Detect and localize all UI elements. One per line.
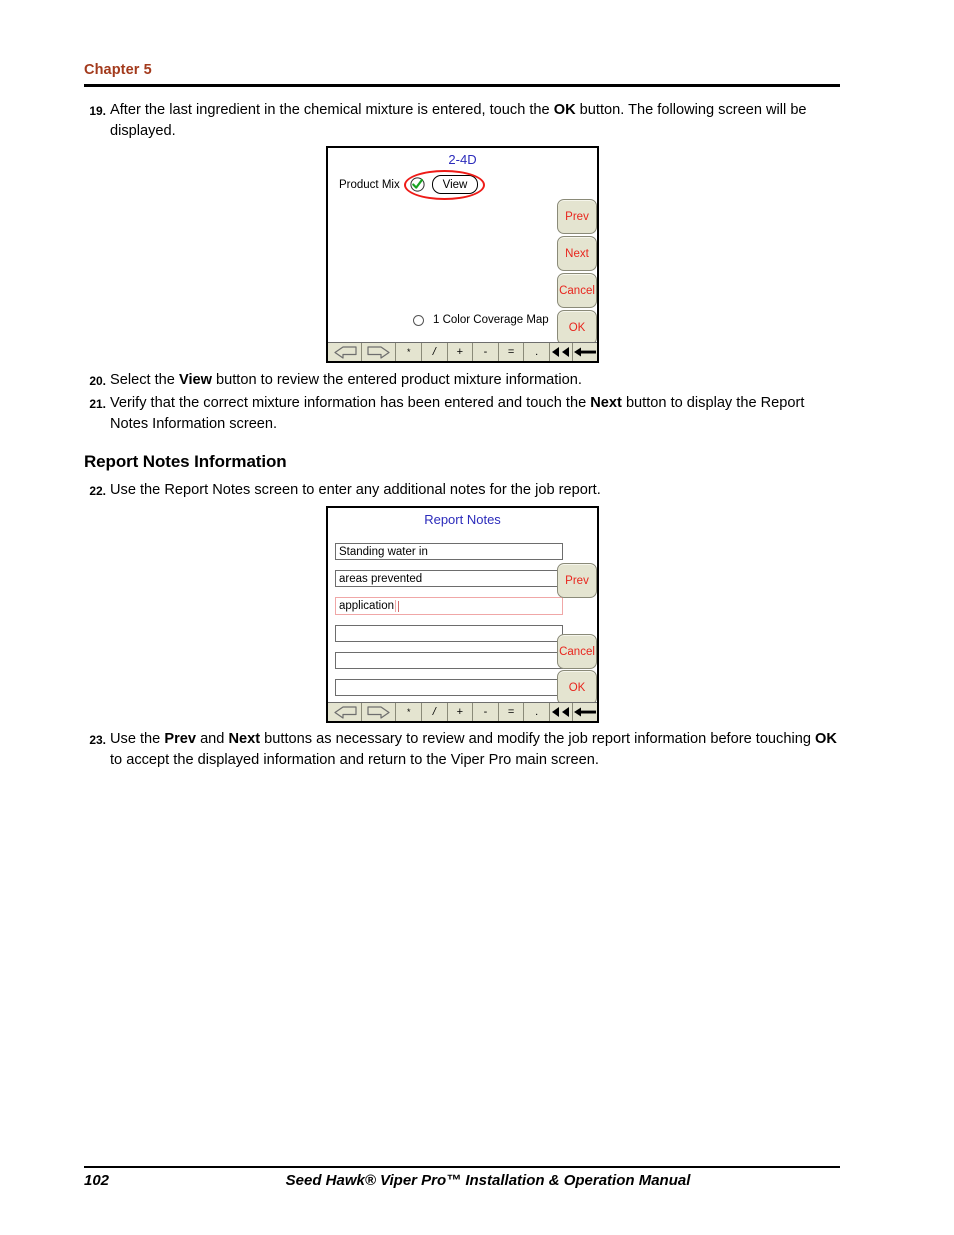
step-19-number: 19. — [89, 104, 106, 118]
report-notes-screen: Report Notes Standing water in areas pre… — [326, 506, 599, 723]
key-back-arrow-icon[interactable] — [328, 343, 363, 361]
step-23-bold-next: Next — [228, 731, 261, 747]
key-divide[interactable]: / — [422, 343, 448, 361]
step-23-number: 23. — [89, 733, 106, 747]
next-button[interactable]: Next — [557, 236, 597, 271]
key-forward-arrow-icon[interactable] — [362, 343, 397, 361]
key-period[interactable]: . — [524, 343, 550, 361]
footer-divider — [84, 1166, 840, 1168]
step-21-bold-next: Next — [590, 395, 622, 411]
coverage-map-radio[interactable] — [413, 315, 424, 326]
note-field-1-value: Standing water in — [339, 545, 428, 558]
manual-page: Chapter 5 19. After the last ingredient … — [0, 0, 954, 1235]
step-23-bold-ok: OK — [815, 731, 837, 747]
prev-button[interactable]: Prev — [557, 199, 597, 234]
report-key-double-left-arrow-icon[interactable] — [550, 703, 573, 721]
step-19-text-a: After the last ingredient in the chemica… — [110, 102, 554, 118]
step-21: 21. Verify that the correct mixture info… — [84, 393, 844, 435]
step-19-bold-ok: OK — [553, 102, 576, 118]
step-23-text-b: and — [196, 731, 229, 747]
step-21-number: 21. — [89, 397, 106, 411]
step-23-text-d: to accept the displayed information and … — [110, 752, 599, 768]
report-key-backspace-arrow-icon[interactable] — [573, 703, 597, 721]
key-equals[interactable]: = — [499, 343, 525, 361]
report-key-equals[interactable]: = — [499, 703, 525, 721]
step-23-bold-prev: Prev — [164, 731, 197, 747]
cancel-button[interactable]: Cancel — [557, 273, 597, 308]
step-20: 20. Select the View button to review the… — [84, 370, 844, 391]
note-field-1[interactable]: Standing water in — [335, 543, 563, 560]
note-field-2-value: areas prevented — [339, 572, 423, 585]
report-ok-button[interactable]: OK — [557, 670, 597, 705]
report-key-asterisk[interactable]: * — [396, 703, 422, 721]
section-heading-report-notes: Report Notes Information — [84, 452, 287, 471]
step-20-bold-view: View — [178, 372, 212, 388]
coverage-map-label: 1 Color Coverage Map — [433, 314, 549, 326]
key-asterisk[interactable]: * — [396, 343, 422, 361]
step-23-text: Use the Prev and Next buttons as necessa… — [110, 729, 844, 771]
key-backspace-arrow-icon[interactable] — [573, 343, 597, 361]
report-notes-screen-title: Report Notes — [424, 512, 501, 527]
note-field-6[interactable] — [335, 679, 563, 696]
product-mix-screen-title: 2-4D — [448, 152, 477, 167]
step-21-text-a: Verify that the correct mixture informat… — [110, 395, 591, 411]
report-key-period[interactable]: . — [524, 703, 550, 721]
footer-manual-title: Seed Hawk® Viper Pro™ Installation & Ope… — [285, 1172, 691, 1189]
product-mix-label: Product Mix — [339, 179, 400, 191]
note-field-2[interactable]: areas prevented — [335, 570, 563, 587]
step-21-text: Verify that the correct mixture informat… — [110, 393, 844, 435]
report-key-forward-arrow-icon[interactable] — [362, 703, 397, 721]
step-20-text-b: button to review the entered product mix… — [211, 372, 582, 388]
ok-button[interactable]: OK — [557, 310, 597, 345]
red-annotation-ellipse — [404, 170, 485, 200]
header-divider — [84, 84, 840, 87]
note-field-4[interactable] — [335, 625, 563, 642]
key-minus[interactable]: - — [473, 343, 499, 361]
report-cancel-button[interactable]: Cancel — [557, 634, 597, 669]
key-plus[interactable]: + — [448, 343, 474, 361]
step-19: 19. After the last ingredient in the che… — [84, 100, 844, 142]
note-field-3[interactable]: application — [335, 597, 563, 615]
product-mix-screen: 2-4D Product Mix View 1 Color Coverage M… — [326, 146, 599, 363]
step-19-text: After the last ingredient in the chemica… — [110, 100, 844, 142]
step-20-text-a: Select the — [110, 372, 179, 388]
note-field-3-value: application — [339, 600, 396, 612]
key-double-left-arrow-icon[interactable] — [550, 343, 573, 361]
report-key-minus[interactable]: - — [473, 703, 499, 721]
report-key-plus[interactable]: + — [448, 703, 474, 721]
step-23: 23. Use the Prev and Next buttons as nec… — [84, 729, 844, 771]
step-22-number: 22. — [89, 484, 106, 498]
report-key-back-arrow-icon[interactable] — [328, 703, 363, 721]
step-23-text-c: buttons as necessary to review and modif… — [260, 731, 815, 747]
note-field-5[interactable] — [335, 652, 563, 669]
keypad-bar: * / + - = . — [328, 342, 597, 361]
report-key-divide[interactable]: / — [422, 703, 448, 721]
report-keypad-bar: * / + - = . — [328, 702, 597, 721]
step-20-text: Select the View button to review the ent… — [110, 370, 844, 391]
report-prev-button[interactable]: Prev — [557, 563, 597, 598]
step-22: 22. Use the Report Notes screen to enter… — [84, 480, 844, 501]
step-20-number: 20. — [89, 374, 106, 388]
text-caret — [397, 600, 399, 612]
step-23-text-a: Use the — [110, 731, 165, 747]
chapter-label: Chapter 5 — [84, 62, 152, 78]
step-22-text: Use the Report Notes screen to enter any… — [110, 482, 601, 498]
